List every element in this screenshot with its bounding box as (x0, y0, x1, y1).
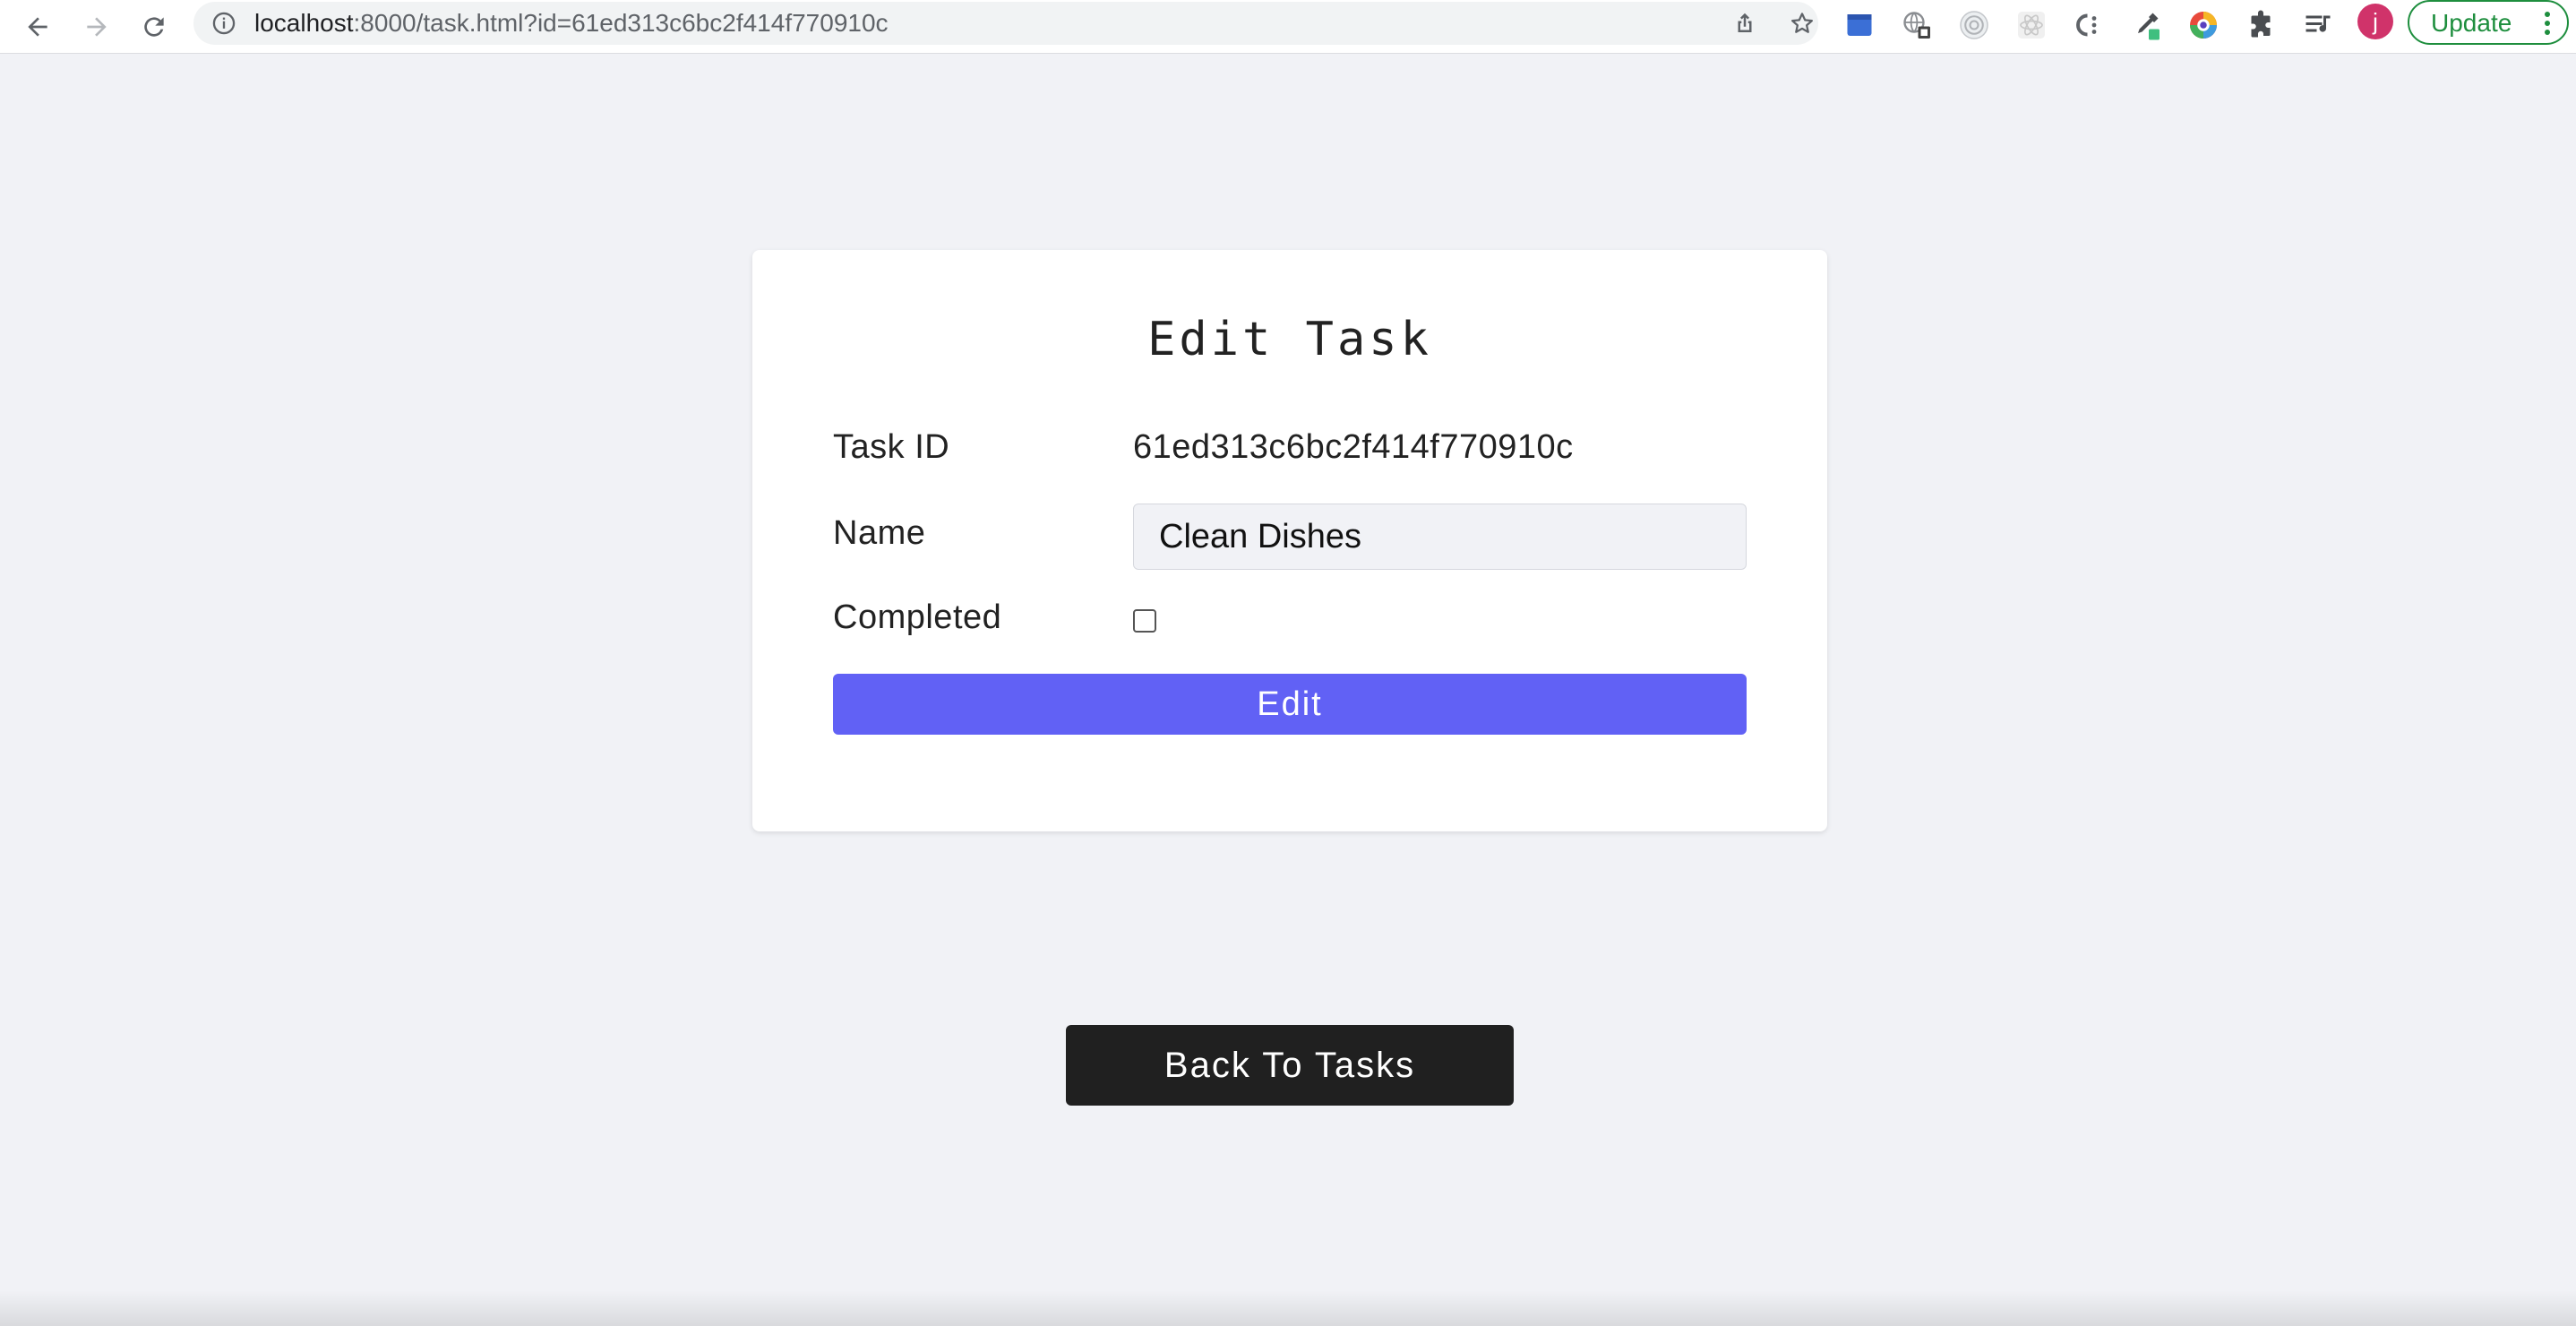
completed-checkbox[interactable] (1133, 609, 1156, 633)
share-icon (1738, 13, 1752, 32)
back-button[interactable] (16, 5, 59, 48)
update-label: Update (2431, 9, 2512, 37)
radar-extension-icon (1960, 11, 1988, 39)
color-wheel-extension-button[interactable] (2184, 5, 2223, 45)
name-label: Name (833, 514, 926, 552)
share-button[interactable] (1729, 7, 1761, 39)
puzzle-icon (2251, 10, 2271, 38)
calendar-extension-button[interactable] (1840, 5, 1879, 45)
eyedropper-extension-icon (2138, 13, 2160, 40)
back-arrow-icon (28, 17, 47, 37)
url-path: :8000/task.html?id=61ed313c6bc2f414f7709… (353, 9, 889, 37)
css-extension-button[interactable] (2069, 5, 2108, 45)
url-text: localhost:8000/task.html?id=61ed313c6bc2… (254, 9, 889, 38)
address-bar[interactable]: localhost:8000/task.html?id=61ed313c6bc2… (193, 2, 1818, 45)
info-icon[interactable] (211, 11, 236, 36)
reading-list-button[interactable] (2298, 5, 2338, 45)
page-title: Edit Task (1147, 313, 1432, 366)
edit-task-card: Edit Task Task ID 61ed313c6bc2f414f77091… (752, 250, 1827, 831)
forward-button[interactable] (75, 5, 118, 48)
star-icon (1791, 13, 1813, 33)
page-bottom-shadow (0, 1290, 2576, 1326)
name-input[interactable] (1133, 504, 1747, 570)
task-id-label: Task ID (833, 428, 950, 466)
task-id-value: 61ed313c6bc2f414f770910c (1133, 428, 1574, 466)
react-extension-icon (2018, 12, 2045, 39)
css-extension-icon (2076, 13, 2097, 37)
edit-button[interactable]: Edit (833, 674, 1747, 735)
forward-arrow-icon (87, 17, 107, 37)
translate-extension-button[interactable] (1897, 5, 1936, 45)
reading-list-icon (2306, 15, 2331, 32)
bookmark-button[interactable] (1786, 7, 1818, 39)
url-host: localhost (254, 9, 354, 37)
reload-icon (144, 17, 164, 37)
radar-extension-button[interactable] (1954, 5, 1994, 45)
more-menu-icon[interactable] (2544, 10, 2551, 37)
translate-extension-icon (1903, 12, 1930, 39)
eyedropper-extension-button[interactable] (2126, 5, 2166, 45)
color-wheel-extension-icon (2190, 12, 2217, 39)
update-button[interactable]: Update (2408, 0, 2569, 45)
react-extension-button[interactable] (2012, 5, 2051, 45)
completed-label: Completed (833, 598, 1002, 636)
back-to-tasks-button[interactable]: Back To Tasks (1066, 1025, 1514, 1106)
browser-toolbar: localhost:8000/task.html?id=61ed313c6bc2… (0, 0, 2576, 54)
calendar-extension-icon (1847, 14, 1872, 36)
extensions-button[interactable] (2241, 5, 2280, 45)
reload-button[interactable] (133, 5, 176, 48)
profile-avatar[interactable]: j (2357, 4, 2393, 39)
